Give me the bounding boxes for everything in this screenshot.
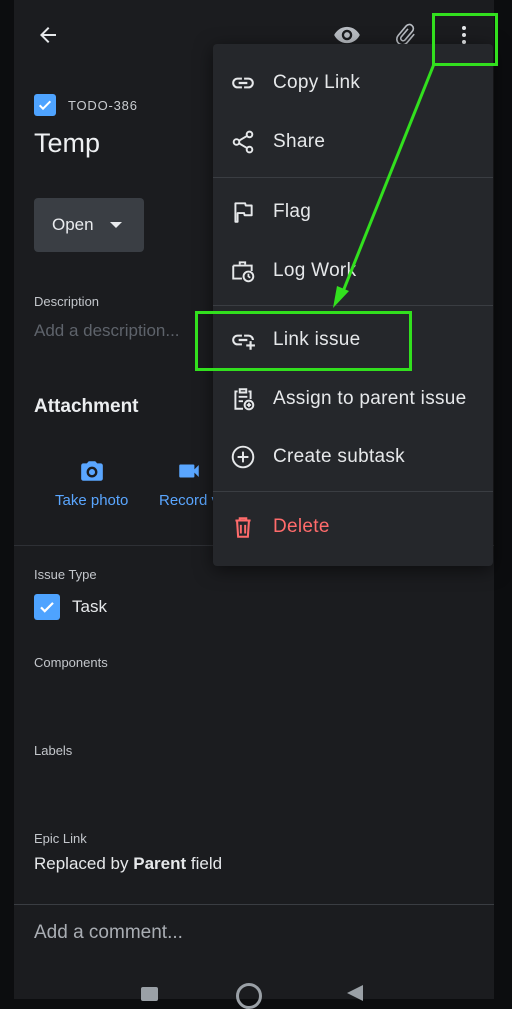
annotation-arrow <box>333 63 436 308</box>
